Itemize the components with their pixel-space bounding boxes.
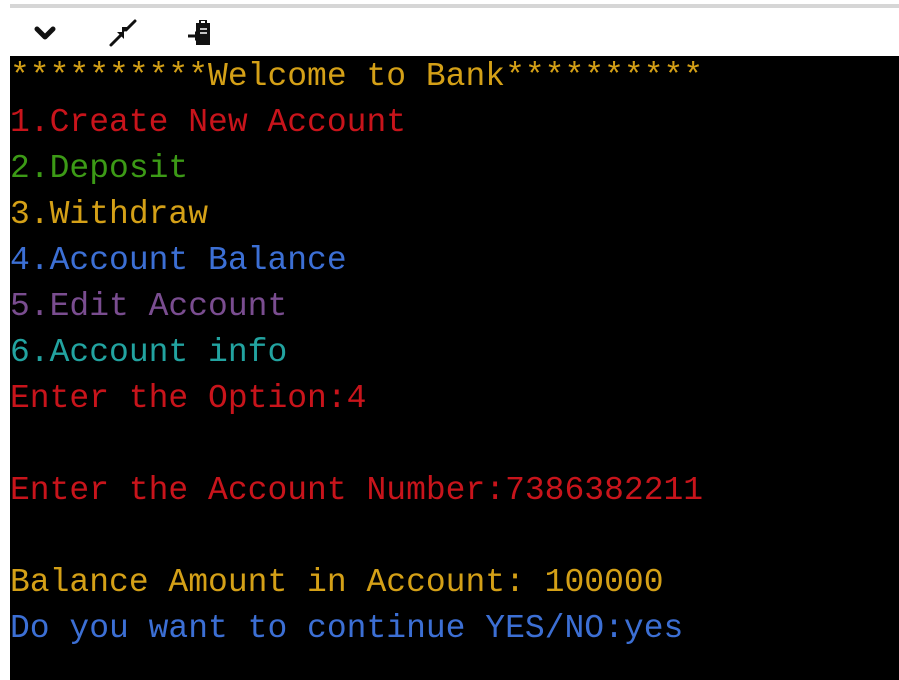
menu-option-account-info: 6.Account info bbox=[10, 334, 288, 371]
option-prompt: Enter the Option:4 bbox=[10, 380, 367, 417]
menu-option-create-account: 1.Create New Account bbox=[10, 104, 407, 141]
menu-option-edit-account: 5.Edit Account bbox=[10, 288, 288, 325]
console-toolbar bbox=[10, 8, 899, 56]
welcome-banner: **********Welcome to Bank********** bbox=[10, 58, 704, 95]
clipboard-paste-icon[interactable] bbox=[186, 18, 216, 48]
menu-option-account-balance: 4.Account Balance bbox=[10, 242, 347, 279]
account-number-prompt: Enter the Account Number:7386382211 bbox=[10, 472, 704, 509]
console-output[interactable]: **********Welcome to Bank********** 1.Cr… bbox=[10, 56, 899, 680]
balance-amount-output: Balance Amount in Account: 100000 bbox=[10, 564, 664, 601]
collapse-arrows-icon[interactable] bbox=[108, 18, 138, 48]
continue-prompt: Do you want to continue YES/NO:yes bbox=[10, 610, 684, 647]
chevron-down-icon[interactable] bbox=[30, 18, 60, 48]
menu-option-deposit: 2.Deposit bbox=[10, 150, 189, 187]
menu-option-withdraw: 3.Withdraw bbox=[10, 196, 209, 233]
